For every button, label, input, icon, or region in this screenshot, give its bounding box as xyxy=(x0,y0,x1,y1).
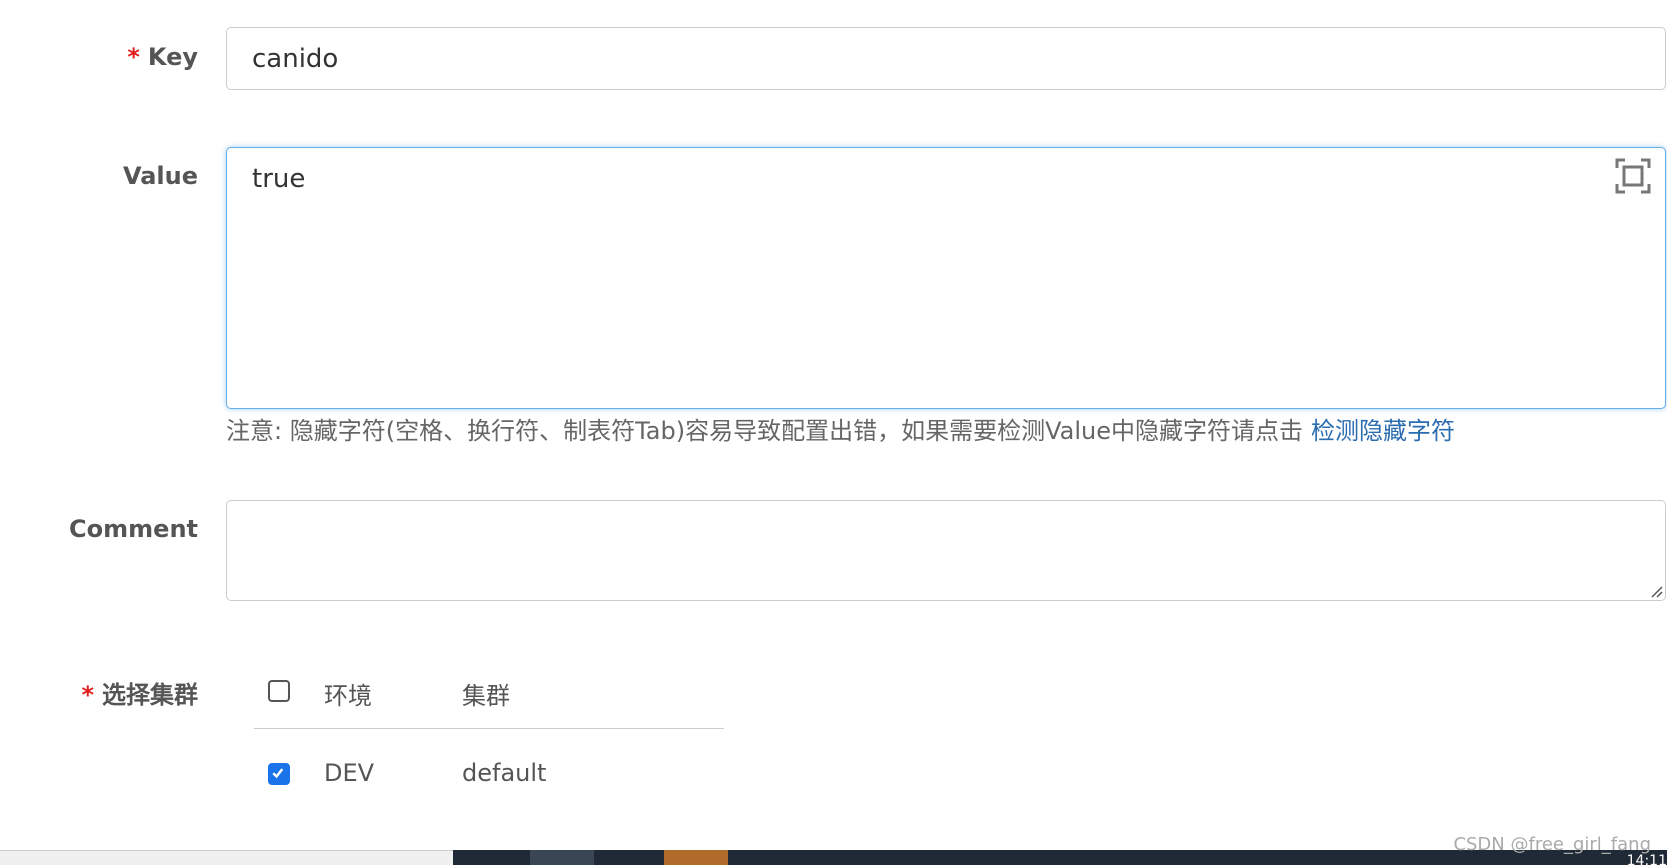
required-mark: * xyxy=(127,43,140,71)
cluster-table-header: 环境 集群 xyxy=(254,664,724,729)
taskbar-clock: 14:11 xyxy=(1626,853,1667,865)
required-mark: * xyxy=(81,681,94,709)
value-label: Value xyxy=(122,162,198,190)
row-cluster: default xyxy=(462,759,547,787)
value-textarea[interactable]: true xyxy=(226,147,1666,409)
key-input[interactable] xyxy=(226,27,1666,90)
watermark: CSDN @free_girl_fang xyxy=(1453,834,1651,855)
select-all-checkbox[interactable] xyxy=(268,680,290,702)
fullscreen-icon[interactable] xyxy=(1615,158,1651,194)
taskbar-app[interactable] xyxy=(664,850,728,865)
comment-textarea[interactable] xyxy=(226,500,1666,601)
row-checkbox[interactable] xyxy=(268,763,290,785)
header-env: 环境 xyxy=(324,682,372,710)
cluster-label: * 选择集群 xyxy=(81,681,198,709)
detect-hidden-chars-link[interactable]: 检测隐藏字符 xyxy=(1311,417,1455,445)
header-cluster: 集群 xyxy=(462,682,510,710)
taskbar-app[interactable] xyxy=(530,850,594,865)
comment-label: Comment xyxy=(69,515,198,543)
row-env: DEV xyxy=(324,759,375,787)
check-icon xyxy=(272,768,284,779)
cluster-table: 环境 集群 DEV default xyxy=(254,664,724,793)
hidden-char-note: 注意: 隐藏字符(空格、换行符、制表符Tab)容易导致配置出错，如果需要检测Va… xyxy=(226,417,1455,445)
table-row: DEV default xyxy=(254,729,724,793)
value-text: true xyxy=(252,164,306,194)
taskbar xyxy=(0,850,1667,865)
taskbar-left xyxy=(0,850,453,865)
key-label: * Key xyxy=(127,43,198,71)
resize-grip-icon[interactable] xyxy=(1649,584,1663,598)
